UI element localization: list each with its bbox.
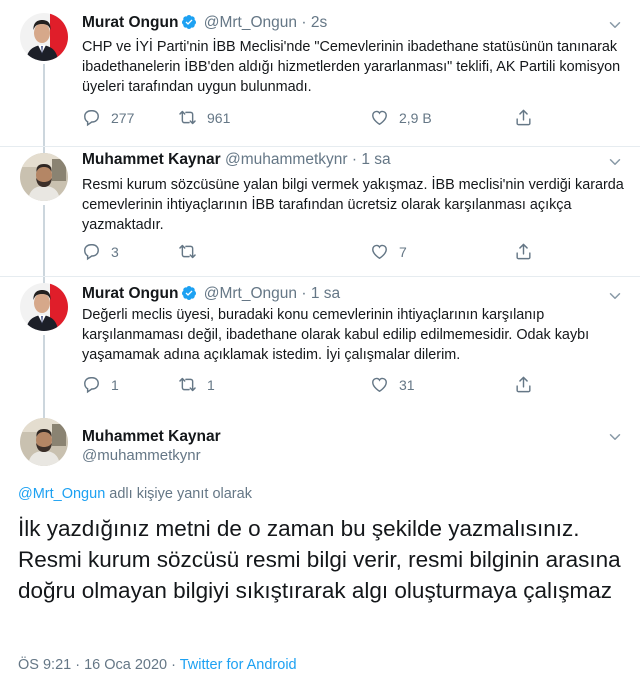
avatar-muhammet-kaynar[interactable] [20, 418, 68, 466]
retweet-count: 961 [207, 109, 231, 126]
share-icon [514, 242, 533, 261]
reply-context: @Mrt_Ongun adlı kişiye yanıt olarak [18, 486, 252, 502]
like-button[interactable]: 31 [370, 375, 415, 394]
retweet-icon [178, 242, 197, 261]
tweet-time[interactable]: 2s [311, 14, 327, 31]
retweet-button[interactable]: 1 [178, 375, 215, 394]
retweet-button[interactable] [178, 242, 207, 261]
thread-line [43, 64, 45, 146]
reply-icon [82, 242, 101, 261]
retweet-icon [178, 375, 197, 394]
reply-icon [82, 108, 101, 127]
like-button[interactable]: 7 [370, 242, 407, 261]
tweet-2[interactable]: Muhammet Kaynar @muhammetkynr · 1 sa Res… [0, 147, 640, 276]
tweet-time[interactable]: 1 sa [361, 151, 390, 168]
tweet-header: Murat Ongun @Mrt_Ongun · 2s [82, 14, 327, 32]
thread-line [43, 410, 45, 418]
tweet-text: Resmi kurum sözcüsüne yalan bilgi vermek… [82, 177, 624, 233]
avatar-murat-ongun[interactable] [20, 13, 68, 61]
reply-button[interactable]: 3 [82, 242, 119, 261]
author-name[interactable]: Murat Ongun [82, 14, 178, 31]
reply-count: 277 [111, 109, 135, 126]
share-button[interactable] [514, 242, 543, 261]
tweet-time[interactable]: 1 sa [311, 285, 340, 302]
retweet-icon [178, 108, 197, 127]
tweet-meta: ÖS 9:21 · 16 Oca 2020 · Twitter for Andr… [18, 657, 297, 673]
chevron-down-icon[interactable] [606, 287, 624, 305]
reply-count: 1 [111, 376, 119, 393]
reply-context-text: adlı kişiye yanıt olarak [105, 486, 252, 502]
share-icon [514, 375, 533, 394]
separator: · [167, 657, 180, 673]
author-name[interactable]: Muhammet Kaynar [82, 151, 221, 168]
like-count: 7 [399, 243, 407, 260]
tweet-header: Murat Ongun @Mrt_Ongun · 1 sa [82, 285, 340, 303]
tweet-1[interactable]: Murat Ongun @Mrt_Ongun · 2s CHP ve İYİ P… [0, 0, 640, 146]
main-tweet-timestamp[interactable]: ÖS 9:21 · 16 Oca 2020 [18, 657, 167, 673]
retweet-button[interactable]: 961 [178, 108, 230, 127]
avatar-murat-ongun[interactable] [20, 283, 68, 331]
reply-count: 3 [111, 243, 119, 260]
verified-badge-icon [181, 285, 197, 301]
share-button[interactable] [514, 108, 543, 127]
author-handle[interactable]: @Mrt_Ongun [204, 14, 297, 31]
main-author-name[interactable]: Muhammet Kaynar [82, 428, 221, 446]
share-button[interactable] [514, 375, 543, 394]
like-count: 2,9 B [399, 109, 432, 126]
heart-icon [370, 108, 389, 127]
tweet-actions: 1 1 31 [82, 375, 542, 395]
tweet-header: Muhammet Kaynar @muhammetkynr · 1 sa [82, 151, 391, 169]
thread-line [43, 205, 45, 276]
tweet-source-link[interactable]: Twitter for Android [180, 657, 297, 673]
reply-mention-link[interactable]: @Mrt_Ongun [18, 486, 105, 502]
tweet-actions: 277 961 2,9 B [82, 108, 542, 128]
main-tweet-text: İlk yazdığınız metni de o zaman bu şekil… [18, 516, 621, 603]
like-button[interactable]: 2,9 B [370, 108, 432, 127]
tweet-actions: 3 7 [82, 242, 542, 262]
heart-icon [370, 375, 389, 394]
reply-button[interactable]: 1 [82, 375, 119, 394]
tweet-text: Değerli meclis üyesi, buradaki konu ceme… [82, 307, 590, 363]
author-handle[interactable]: @muhammetkynr [225, 151, 348, 168]
chevron-down-icon[interactable] [606, 428, 624, 446]
separator: · [301, 285, 307, 302]
chevron-down-icon[interactable] [606, 153, 624, 171]
tweet-3[interactable]: Murat Ongun @Mrt_Ongun · 1 sa Değerli me… [0, 277, 640, 410]
tweet-text: CHP ve İYİ Parti'nin İBB Meclisi'nde "Ce… [82, 39, 621, 95]
retweet-count: 1 [207, 376, 215, 393]
reply-icon [82, 375, 101, 394]
avatar-muhammet-kaynar[interactable] [20, 153, 68, 201]
verified-badge-icon [181, 14, 197, 30]
chevron-down-icon[interactable] [606, 16, 624, 34]
reply-button[interactable]: 277 [82, 108, 134, 127]
like-count: 31 [399, 376, 415, 393]
author-handle[interactable]: @Mrt_Ongun [204, 285, 297, 302]
main-author-handle[interactable]: @muhammetkynr [82, 447, 201, 464]
separator: · [351, 151, 358, 168]
author-name[interactable]: Murat Ongun [82, 285, 178, 302]
share-icon [514, 108, 533, 127]
thread-line [43, 335, 45, 410]
separator: · [301, 14, 307, 31]
heart-icon [370, 242, 389, 261]
